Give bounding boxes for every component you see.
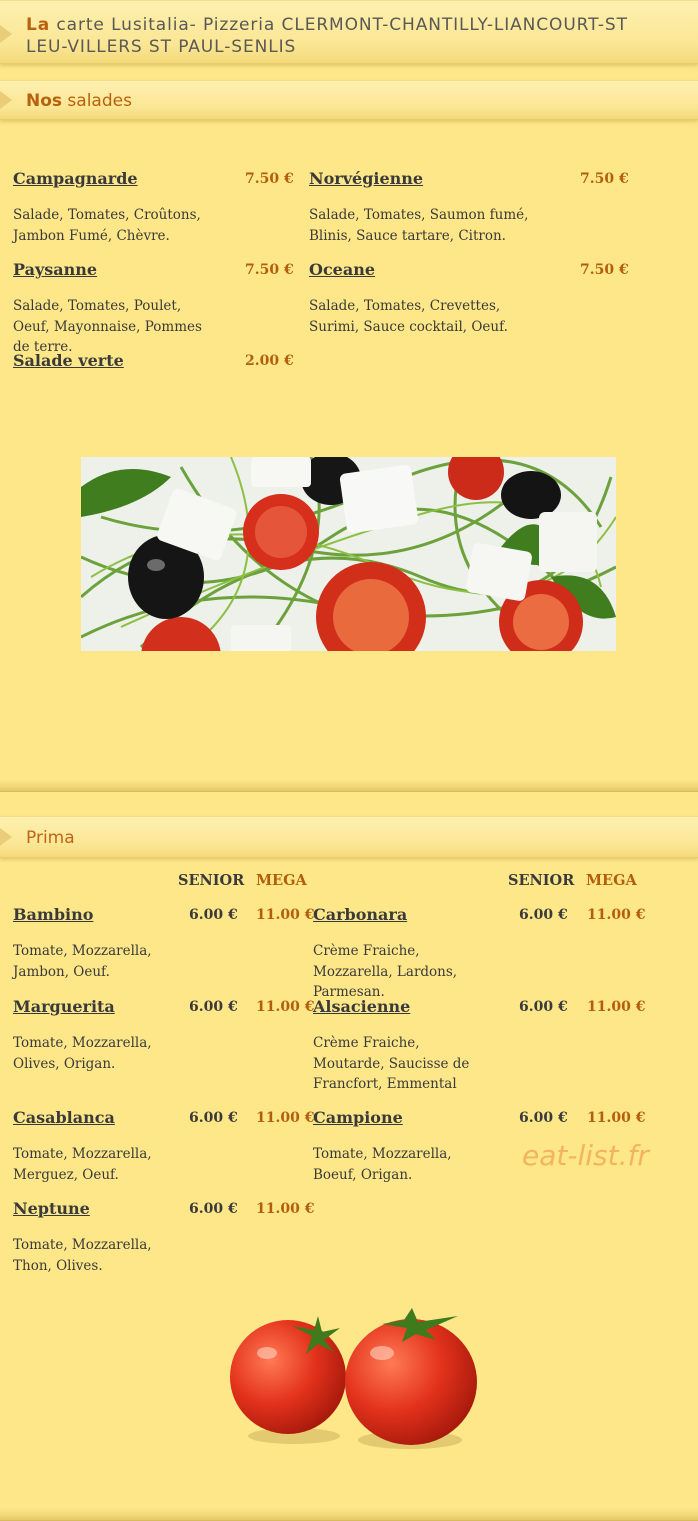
item-price-senior: 6.00 € (189, 1201, 238, 1217)
item-price-senior: 6.00 € (519, 907, 568, 923)
item-name: Neptune (13, 1199, 90, 1218)
item-description: Salade, Tomates, Croûtons, Jambon Fumé, … (13, 207, 201, 244)
item-name: Carbonara (313, 905, 408, 924)
section-title-accent: Nos (26, 91, 63, 111)
column-header-senior: SENIOR (178, 872, 245, 889)
item-name: Alsacienne (313, 997, 411, 1016)
section-title-text: salades (62, 91, 132, 111)
salad-photo (81, 457, 616, 651)
column-header-mega: MEGA (586, 872, 637, 889)
item-name: Marguerita (13, 997, 115, 1016)
page-title-text: carte Lusitalia- Pizzeria CLERMONT-CHANT… (26, 15, 628, 57)
section-header-prima: Prima (0, 816, 698, 858)
item-description: Salade, Tomates, Saumon fumé, Blinis, Sa… (309, 207, 529, 244)
item-description: Tomate, Mozzarella, Merguez, Oeuf. (13, 1146, 152, 1183)
item-price-mega: 11.00 € (587, 1110, 646, 1126)
page-title-accent: La (26, 15, 51, 35)
section-divider (0, 779, 698, 792)
salad-illustration (81, 457, 616, 651)
item-description: Tomate, Mozzarella, Jambon, Oeuf. (13, 943, 152, 980)
page-title: La carte Lusitalia- Pizzeria CLERMONT-CH… (26, 14, 676, 58)
item-price-senior: 6.00 € (189, 907, 238, 923)
item-price: 2.00 € (245, 353, 294, 369)
chevron-right-icon (0, 91, 12, 109)
chevron-right-icon (0, 828, 12, 846)
item-description: Crème Fraiche, Moutarde, Saucisse de Fra… (313, 1035, 470, 1092)
item-price-mega: 11.00 € (256, 999, 315, 1015)
item-name: Campione (313, 1108, 403, 1127)
item-price-senior: 6.00 € (519, 1110, 568, 1126)
item-price-senior: 6.00 € (189, 1110, 238, 1126)
section-header-salades: Nos salades (0, 80, 698, 120)
column-header-senior: SENIOR (508, 872, 575, 889)
bottom-divider (0, 1508, 698, 1521)
item-name: Bambino (13, 905, 94, 924)
item-price: 7.50 € (245, 171, 294, 187)
tomatoes-illustration (230, 1308, 477, 1449)
item-price-mega: 11.00 € (256, 1201, 315, 1217)
item-description: Tomate, Mozzarella, Boeuf, Origan. (313, 1146, 452, 1183)
item-name: Paysanne (13, 260, 98, 279)
item-price: 7.50 € (580, 262, 629, 278)
item-price-mega: 11.00 € (256, 907, 315, 923)
item-name: Casablanca (13, 1108, 115, 1127)
chevron-right-icon (0, 25, 12, 43)
item-price-senior: 6.00 € (519, 999, 568, 1015)
item-name: Salade verte (13, 351, 124, 370)
watermark: eat-list.fr (522, 1139, 649, 1172)
item-price-mega: 11.00 € (587, 907, 646, 923)
section-title-prima: Prima (26, 828, 75, 848)
item-name: Norvégienne (309, 169, 424, 188)
item-description: Salade, Tomates, Poulet, Oeuf, Mayonnais… (13, 298, 202, 355)
item-description: Tomate, Mozzarella, Thon, Olives. (13, 1237, 152, 1274)
item-name: Oceane (309, 260, 376, 279)
item-price-senior: 6.00 € (189, 999, 238, 1015)
item-price-mega: 11.00 € (587, 999, 646, 1015)
section-title-salades: Nos salades (26, 91, 132, 111)
tomatoes-photo (222, 1308, 482, 1458)
menu-title-bar: La carte Lusitalia- Pizzeria CLERMONT-CH… (0, 0, 698, 64)
column-header-mega: MEGA (256, 872, 307, 889)
item-description: Salade, Tomates, Crevettes, Surimi, Sauc… (309, 298, 508, 335)
item-price: 7.50 € (580, 171, 629, 187)
item-description: Tomate, Mozzarella, Olives, Origan. (13, 1035, 152, 1072)
item-description: Crème Fraiche, Mozzarella, Lardons, Parm… (313, 943, 458, 1000)
item-price-mega: 11.00 € (256, 1110, 315, 1126)
item-price: 7.50 € (245, 262, 294, 278)
item-name: Campagnarde (13, 169, 138, 188)
